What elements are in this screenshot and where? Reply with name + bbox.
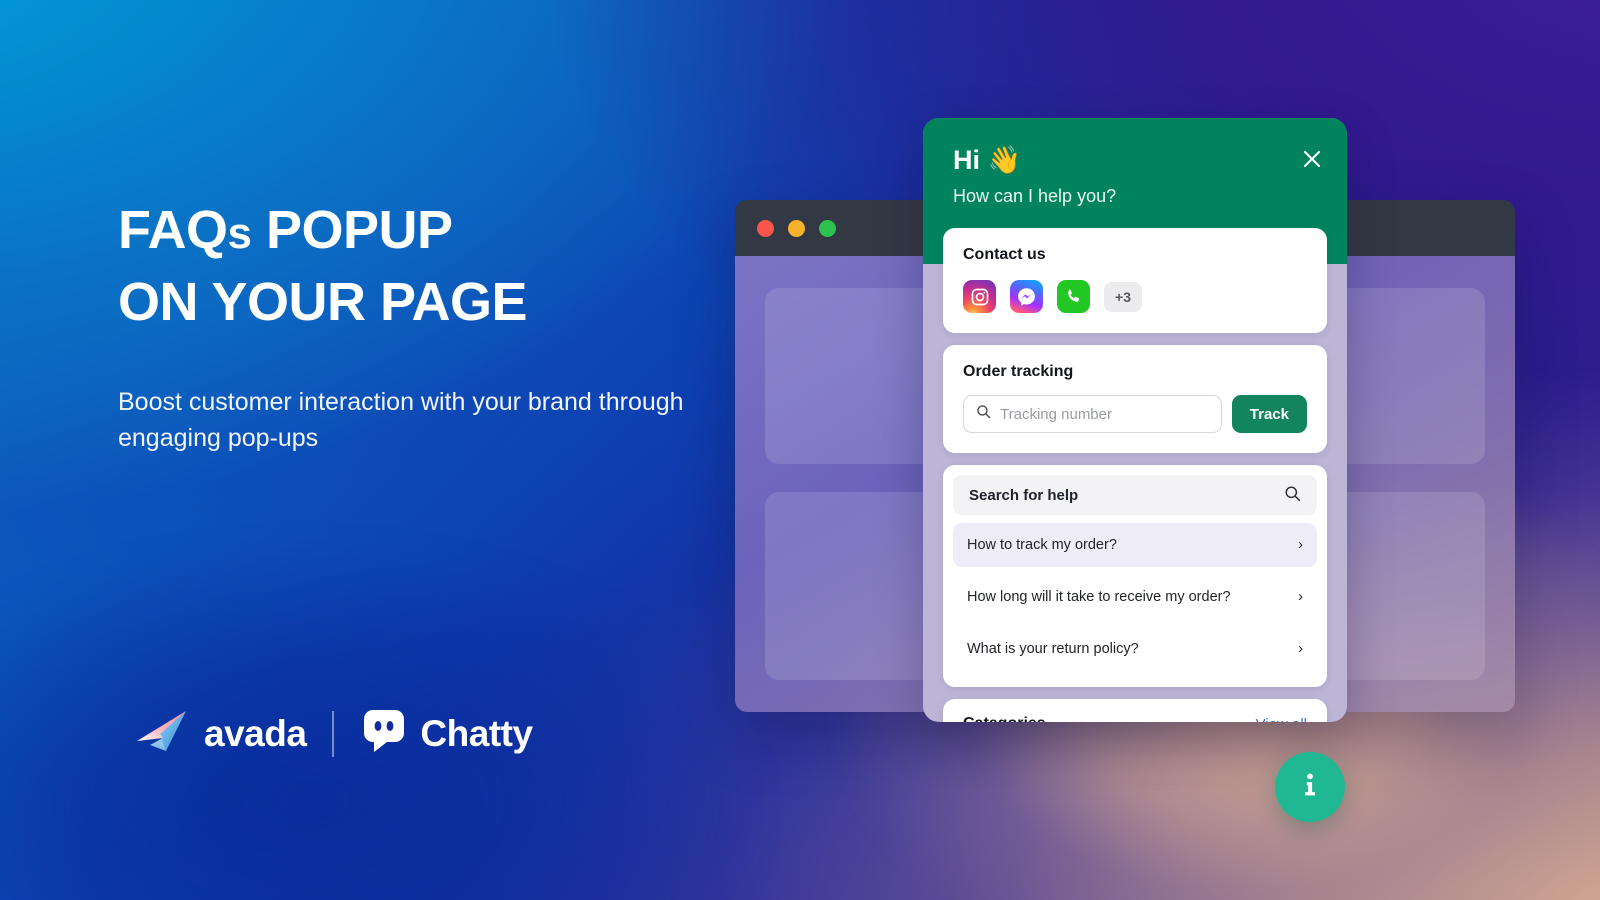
brand-avada: avada <box>136 708 307 759</box>
chevron-right-icon: › <box>1298 641 1303 657</box>
page-title: FAQs POPUP ON YOUR PAGE <box>118 196 738 336</box>
chat-widget: Hi 👋 How can I help you? Contact us +3 O… <box>923 118 1347 722</box>
info-icon <box>1295 770 1325 805</box>
faq-card: Search for help How to track my order? ›… <box>943 465 1327 687</box>
messenger-icon[interactable] <box>1010 280 1043 313</box>
chevron-right-icon: › <box>1298 537 1303 553</box>
avada-plane-icon <box>136 708 192 759</box>
brand-divider <box>332 710 335 757</box>
browser-maximize-dot[interactable] <box>819 219 836 237</box>
instagram-icon[interactable] <box>963 280 996 313</box>
faq-item-label: How to track my order? <box>967 537 1117 553</box>
faq-item-label: What is your return policy? <box>967 641 1139 657</box>
faq-item-label: How long will it take to receive my orde… <box>967 589 1231 605</box>
search-icon <box>1284 485 1301 506</box>
view-all-link[interactable]: View all <box>1256 716 1307 723</box>
search-icon <box>976 404 991 424</box>
order-tracking-row: Tracking number Track <box>963 395 1307 433</box>
browser-close-dot[interactable] <box>757 219 774 237</box>
page-title-s: s <box>227 209 252 258</box>
search-for-help-label: Search for help <box>969 486 1079 504</box>
faq-item[interactable]: What is your return policy? › <box>953 627 1317 671</box>
tracking-number-input[interactable]: Tracking number <box>963 395 1222 433</box>
info-fab-button[interactable] <box>1275 752 1345 822</box>
contact-title: Contact us <box>963 246 1046 263</box>
track-button[interactable]: Track <box>1231 395 1307 433</box>
search-for-help-input[interactable]: Search for help <box>953 475 1317 515</box>
hero-copy: FAQs POPUP ON YOUR PAGE Boost customer i… <box>118 196 738 456</box>
chat-bubble-icon <box>360 709 408 758</box>
chevron-right-icon: › <box>1298 589 1303 605</box>
categories-card: Categories View all <box>943 699 1327 722</box>
page-title-faq: FAQ <box>118 200 228 260</box>
brand-lockup: avada Chatty <box>136 708 533 759</box>
widget-body: Contact us +3 Order tracking Tracking nu… <box>923 228 1347 722</box>
faq-item[interactable]: How to track my order? › <box>953 523 1317 567</box>
page-title-line1: FAQs POPUP <box>118 200 453 260</box>
faq-item[interactable]: How long will it take to receive my orde… <box>953 575 1317 619</box>
brand-chatty: Chatty <box>360 709 533 758</box>
order-tracking-title: Order tracking <box>963 363 1074 380</box>
page-title-line2: ON YOUR PAGE <box>118 272 528 332</box>
categories-title: Categories <box>963 715 1046 722</box>
widget-greeting: Hi 👋 <box>953 145 1022 175</box>
page-title-popup: POPUP <box>251 200 453 260</box>
order-tracking-card: Order tracking Tracking number Track <box>943 345 1327 453</box>
more-channels-badge[interactable]: +3 <box>1104 281 1142 312</box>
contact-card: Contact us +3 <box>943 228 1327 333</box>
page-subtitle: Boost customer interaction with your bra… <box>118 388 684 452</box>
browser-minimize-dot[interactable] <box>788 219 805 237</box>
contact-channels: +3 <box>963 280 1307 313</box>
widget-subtitle: How can I help you? <box>953 186 1117 206</box>
avada-wordmark: avada <box>204 712 307 754</box>
close-icon[interactable] <box>1299 146 1325 172</box>
tracking-number-placeholder: Tracking number <box>1000 405 1112 423</box>
chatty-wordmark: Chatty <box>420 712 533 754</box>
phone-icon[interactable] <box>1057 280 1090 313</box>
